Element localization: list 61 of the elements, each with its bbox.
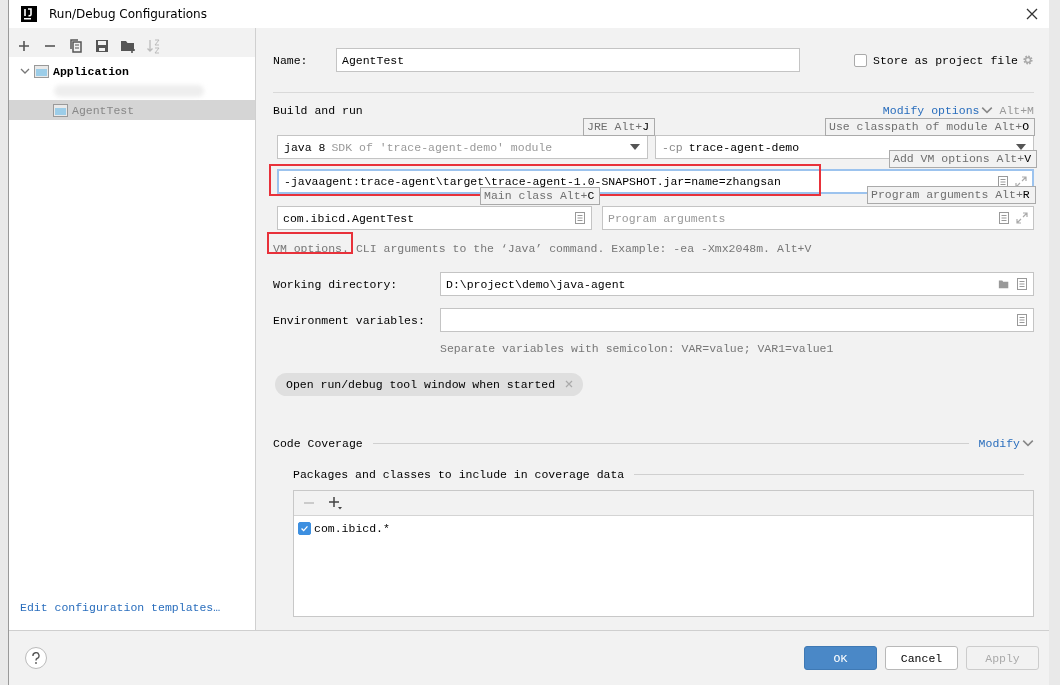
copy-icon[interactable] (68, 38, 84, 54)
add-icon[interactable] (328, 496, 342, 510)
main-class-field[interactable]: com.ibicd.AgentTest (277, 206, 592, 230)
checkbox[interactable] (854, 53, 868, 67)
folder-plus-icon[interactable] (120, 38, 136, 54)
tree-label: AgentTest (72, 103, 135, 117)
sort-icon[interactable] (146, 38, 162, 54)
shortcut-tooltip: Add VM options Alt+V (889, 150, 1038, 168)
jre-hint: SDK of 'trace-agent-demo' module (331, 140, 554, 154)
save-icon[interactable] (94, 38, 110, 54)
working-directory-field[interactable]: D:\project\demo\java-agent (440, 272, 1034, 296)
name-field[interactable]: AgentTest (336, 48, 800, 72)
dialog-button[interactable]: Cancel (885, 646, 958, 670)
option-chip[interactable]: Open run/debug tool window when started (275, 372, 584, 396)
environment-variables-field[interactable] (440, 308, 1034, 332)
list-icon[interactable] (997, 175, 1009, 188)
list-icon[interactable] (1016, 278, 1028, 290)
expand-icon[interactable] (1016, 212, 1028, 224)
list-icon[interactable] (574, 212, 586, 224)
field-label: Working directory: (273, 277, 399, 291)
chevron-icon[interactable] (20, 66, 30, 76)
templates-link[interactable]: Edit configuration templates… (9, 601, 255, 630)
checkbox-label: Store as project file (873, 53, 1018, 67)
classpath-prefix: -cp (662, 140, 683, 154)
list-icon[interactable] (998, 212, 1010, 224)
chevron-icon (981, 104, 994, 116)
classpath-value: trace-agent-demo (688, 140, 801, 154)
chevron-icon (1022, 437, 1034, 449)
hint-label: VM options. (273, 241, 349, 255)
window-title: Run/Debug Configurations (49, 7, 208, 21)
add-icon[interactable] (16, 38, 32, 54)
modify-options-link[interactable]: Modify options (882, 103, 994, 117)
section-title: Build and run (273, 103, 364, 117)
help-button[interactable] (25, 647, 47, 669)
shortcut-label: Alt+M (999, 103, 1034, 117)
entry-label: com.ibicd.* (314, 522, 390, 535)
tree-item[interactable]: Application (9, 61, 255, 81)
tree-label: Application (53, 64, 129, 78)
shortcut-tooltip: Main class Alt+C (480, 187, 601, 205)
window-icon (53, 103, 68, 117)
window-icon (34, 64, 49, 78)
shortcut-tooltip: Program arguments Alt+R (867, 186, 1036, 204)
gear-icon[interactable] (1022, 54, 1034, 66)
subsection-title: Packages and classes to include in coverage data (293, 467, 625, 481)
jre-value: java 8 (284, 140, 326, 154)
section-title: Code Coverage (273, 436, 363, 450)
jre-dropdown[interactable]: java 8 SDK of 'trace-agent-demo' module (277, 135, 648, 159)
shortcut-tooltip: JRE Alt+J (583, 118, 656, 136)
expand-icon[interactable] (1015, 175, 1027, 188)
hint-text: CLI arguments to the ‘Java’ command. Example: -ea -Xmx2048m. Alt+V (355, 241, 812, 255)
question-icon (31, 652, 41, 664)
modify-link[interactable]: Modify (978, 436, 1034, 450)
shortcut-tooltip: Use classpath of module Alt+O (825, 118, 1036, 136)
field-label: Environment variables: (273, 313, 426, 327)
list-icon[interactable] (1016, 314, 1028, 326)
folder-icon[interactable] (998, 278, 1010, 290)
field-label: Name: (273, 53, 309, 67)
close-icon[interactable] (1025, 7, 1039, 21)
hint-text: Separate variables with semicolon: VAR=value; VAR1=value1 (440, 341, 834, 355)
checkbox[interactable] (298, 522, 311, 535)
ok-button[interactable]: OK (804, 646, 877, 670)
